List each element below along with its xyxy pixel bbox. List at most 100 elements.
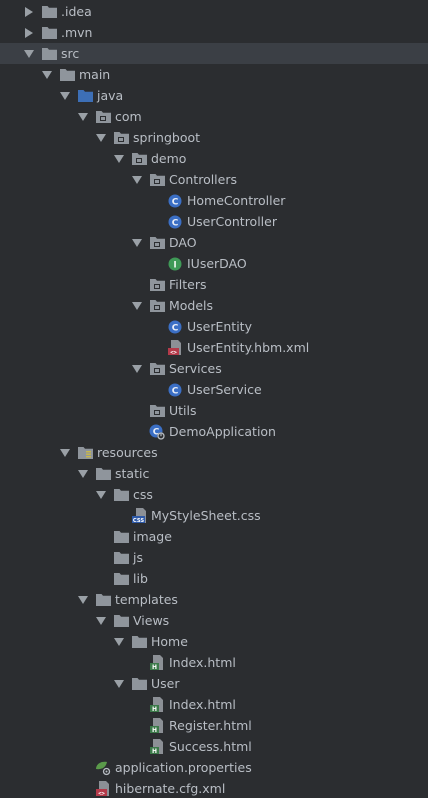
tree-item-label: lib (133, 571, 148, 586)
collapse-arrow-icon[interactable] (95, 132, 106, 143)
tree-item[interactable]: <> hibernate.cfg.xml (0, 778, 428, 798)
tree-item[interactable]: Controllers (0, 169, 428, 190)
tree-item[interactable]: C DemoApplication (0, 421, 428, 442)
collapse-arrow-icon[interactable] (41, 69, 52, 80)
svg-text:<>: <> (98, 791, 105, 796)
package-icon (149, 298, 165, 314)
tree-item-label: com (115, 109, 142, 124)
class-icon: C (167, 382, 183, 398)
html-file-icon: H (149, 697, 165, 713)
collapse-arrow-icon[interactable] (77, 111, 88, 122)
css-file-icon: CSS (131, 508, 147, 524)
collapse-arrow-icon[interactable] (131, 363, 142, 374)
tree-item-label: Controllers (169, 172, 237, 187)
source-folder-icon (77, 88, 93, 104)
tree-item[interactable]: Views (0, 610, 428, 631)
tree-item-label: springboot (133, 130, 201, 145)
collapse-arrow-icon[interactable] (131, 174, 142, 185)
tree-item[interactable]: main (0, 64, 428, 85)
tree-item-label: UserEntity (187, 319, 252, 334)
tree-item-label: .idea (61, 4, 92, 19)
tree-item-label: HomeController (187, 193, 286, 208)
svg-text:H: H (152, 748, 157, 754)
tree-item-label: UserController (187, 214, 277, 229)
tree-item[interactable]: User (0, 673, 428, 694)
collapse-arrow-icon[interactable] (95, 489, 106, 500)
tree-item[interactable]: src (0, 43, 428, 64)
tree-item[interactable]: H Index.html (0, 652, 428, 673)
tree-item[interactable]: .idea (0, 1, 428, 22)
tree-item-label: User (151, 676, 180, 691)
tree-item[interactable]: application.properties (0, 757, 428, 778)
tree-item[interactable]: com (0, 106, 428, 127)
tree-item-label: UserEntity.hbm.xml (187, 340, 310, 355)
tree-item[interactable]: js (0, 547, 428, 568)
tree-item[interactable]: demo (0, 148, 428, 169)
svg-text:<>: <> (170, 350, 177, 355)
tree-item[interactable]: Models (0, 295, 428, 316)
package-icon (149, 403, 165, 419)
tree-item[interactable]: CSS MyStyleSheet.css (0, 505, 428, 526)
tree-item[interactable]: css (0, 484, 428, 505)
tree-item-label: Views (133, 613, 170, 628)
tree-item-label: Filters (169, 277, 207, 292)
tree-item[interactable]: Filters (0, 274, 428, 295)
xml-file-icon: <> (95, 781, 111, 797)
collapse-arrow-icon[interactable] (113, 636, 124, 647)
tree-item-label: Index.html (169, 697, 236, 712)
tree-item[interactable]: springboot (0, 127, 428, 148)
tree-item-label: Register.html (169, 718, 252, 733)
tree-item[interactable]: C HomeController (0, 190, 428, 211)
collapse-arrow-icon[interactable] (113, 153, 124, 164)
svg-text:C: C (172, 218, 179, 228)
tree-item[interactable]: C UserEntity (0, 316, 428, 337)
folder-icon (59, 67, 75, 83)
tree-item[interactable]: Home (0, 631, 428, 652)
tree-item[interactable]: H Success.html (0, 736, 428, 757)
folder-icon (113, 487, 129, 503)
tree-item[interactable]: java (0, 85, 428, 106)
tree-item-label: Index.html (169, 655, 236, 670)
tree-item[interactable]: lib (0, 568, 428, 589)
tree-item[interactable]: H Register.html (0, 715, 428, 736)
collapse-arrow-icon[interactable] (59, 447, 70, 458)
xml-file-icon: <> (167, 340, 183, 356)
tree-item-label: DAO (169, 235, 197, 250)
collapse-arrow-icon[interactable] (95, 615, 106, 626)
tree-item[interactable]: C UserController (0, 211, 428, 232)
tree-item[interactable]: image (0, 526, 428, 547)
collapse-arrow-icon[interactable] (77, 468, 88, 479)
tree-item[interactable]: I IUserDAO (0, 253, 428, 274)
class-icon: C (167, 214, 183, 230)
folder-icon (113, 613, 129, 629)
collapse-arrow-icon[interactable] (113, 678, 124, 689)
expand-arrow-icon[interactable] (23, 27, 34, 38)
tree-item[interactable]: Services (0, 358, 428, 379)
tree-item-label: Home (151, 634, 188, 649)
html-file-icon: H (149, 655, 165, 671)
tree-item[interactable]: H Index.html (0, 694, 428, 715)
tree-item[interactable]: C UserService (0, 379, 428, 400)
tree-item[interactable]: DAO (0, 232, 428, 253)
tree-item[interactable]: resources (0, 442, 428, 463)
resources-folder-icon (77, 445, 93, 461)
collapse-arrow-icon[interactable] (131, 237, 142, 248)
package-icon (131, 151, 147, 167)
tree-item[interactable]: Utils (0, 400, 428, 421)
collapse-arrow-icon[interactable] (77, 594, 88, 605)
tree-item-label: js (133, 550, 143, 565)
expand-arrow-icon[interactable] (23, 6, 34, 17)
tree-item-label: demo (151, 151, 187, 166)
tree-item[interactable]: <> UserEntity.hbm.xml (0, 337, 428, 358)
collapse-arrow-icon[interactable] (23, 48, 34, 59)
package-icon (149, 172, 165, 188)
folder-icon (131, 634, 147, 650)
tree-item[interactable]: .mvn (0, 22, 428, 43)
tree-item[interactable]: static (0, 463, 428, 484)
collapse-arrow-icon[interactable] (59, 90, 70, 101)
svg-text:H: H (152, 664, 157, 670)
tree-item[interactable]: templates (0, 589, 428, 610)
folder-icon (113, 571, 129, 587)
collapse-arrow-icon[interactable] (131, 300, 142, 311)
folder-icon (95, 466, 111, 482)
